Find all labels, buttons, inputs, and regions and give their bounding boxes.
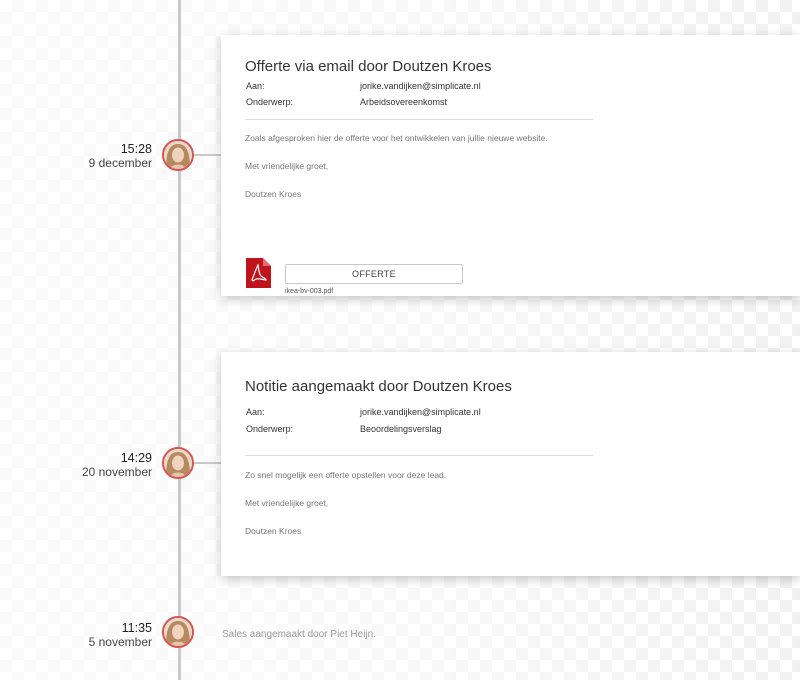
event-time: 15:28 bbox=[120, 142, 152, 156]
body-line: Met vriendelijke groet, bbox=[245, 498, 329, 508]
event-time: 11:35 bbox=[121, 621, 152, 635]
avatar[interactable] bbox=[162, 616, 194, 648]
divider bbox=[245, 455, 593, 456]
subject-value: Arbeidsovereenkomst bbox=[360, 97, 448, 107]
body-line: Met vriendelijke groet, bbox=[245, 161, 329, 171]
card-title: Notitie aangemaakt door Doutzen Kroes bbox=[245, 378, 512, 395]
event-date: 5 november bbox=[88, 635, 152, 649]
body-line: Doutzen Kroes bbox=[245, 189, 302, 199]
event-time: 14:29 bbox=[120, 451, 152, 465]
event-date: 9 december bbox=[88, 156, 152, 170]
avatar[interactable] bbox=[162, 447, 194, 479]
body-line: Doutzen Kroes bbox=[245, 526, 302, 536]
timeline-line bbox=[178, 0, 181, 680]
avatar-photo bbox=[164, 618, 192, 646]
note-card: Notitie aangemaakt door Doutzen Kroes Aa… bbox=[221, 352, 800, 576]
avatar[interactable] bbox=[162, 139, 194, 171]
to-label: Aan: bbox=[246, 81, 265, 91]
body-line: Zo snel mogelijk een offerte opstellen v… bbox=[245, 470, 447, 480]
timeline-connector bbox=[194, 462, 222, 464]
subject-label: Onderwerp: bbox=[246, 424, 294, 434]
subject-value: Beoordelingsverslag bbox=[360, 424, 442, 434]
event-timestamp: 15:28 9 december bbox=[60, 142, 152, 170]
subject-label: Onderwerp: bbox=[246, 97, 294, 107]
divider bbox=[245, 119, 593, 120]
to-label: Aan: bbox=[246, 407, 265, 417]
event-date: 20 november bbox=[81, 465, 152, 479]
attachment-filename: ikea-bv-003.pdf bbox=[285, 288, 334, 295]
pdf-icon[interactable] bbox=[246, 258, 271, 288]
event-timestamp: 14:29 20 november bbox=[60, 451, 152, 479]
event-timestamp: 11:35 5 november bbox=[60, 621, 152, 649]
to-value: jorike.vandijken@simplicate.nl bbox=[360, 407, 481, 417]
card-title: Offerte via email door Doutzen Kroes bbox=[245, 58, 492, 75]
to-value: jorike.vandijken@simplicate.nl bbox=[360, 81, 481, 91]
email-card: Offerte via email door Doutzen Kroes Aan… bbox=[221, 35, 800, 296]
sales-event-text: Sales aangemaakt door Piet Heijn. bbox=[222, 629, 376, 640]
offerte-attachment-button[interactable]: OFFERTE bbox=[285, 264, 463, 284]
timeline-connector bbox=[194, 154, 222, 156]
body-line: Zoals afgesproken hier de offerte voor h… bbox=[245, 133, 548, 143]
avatar-photo bbox=[164, 141, 192, 169]
avatar-photo bbox=[164, 449, 192, 477]
